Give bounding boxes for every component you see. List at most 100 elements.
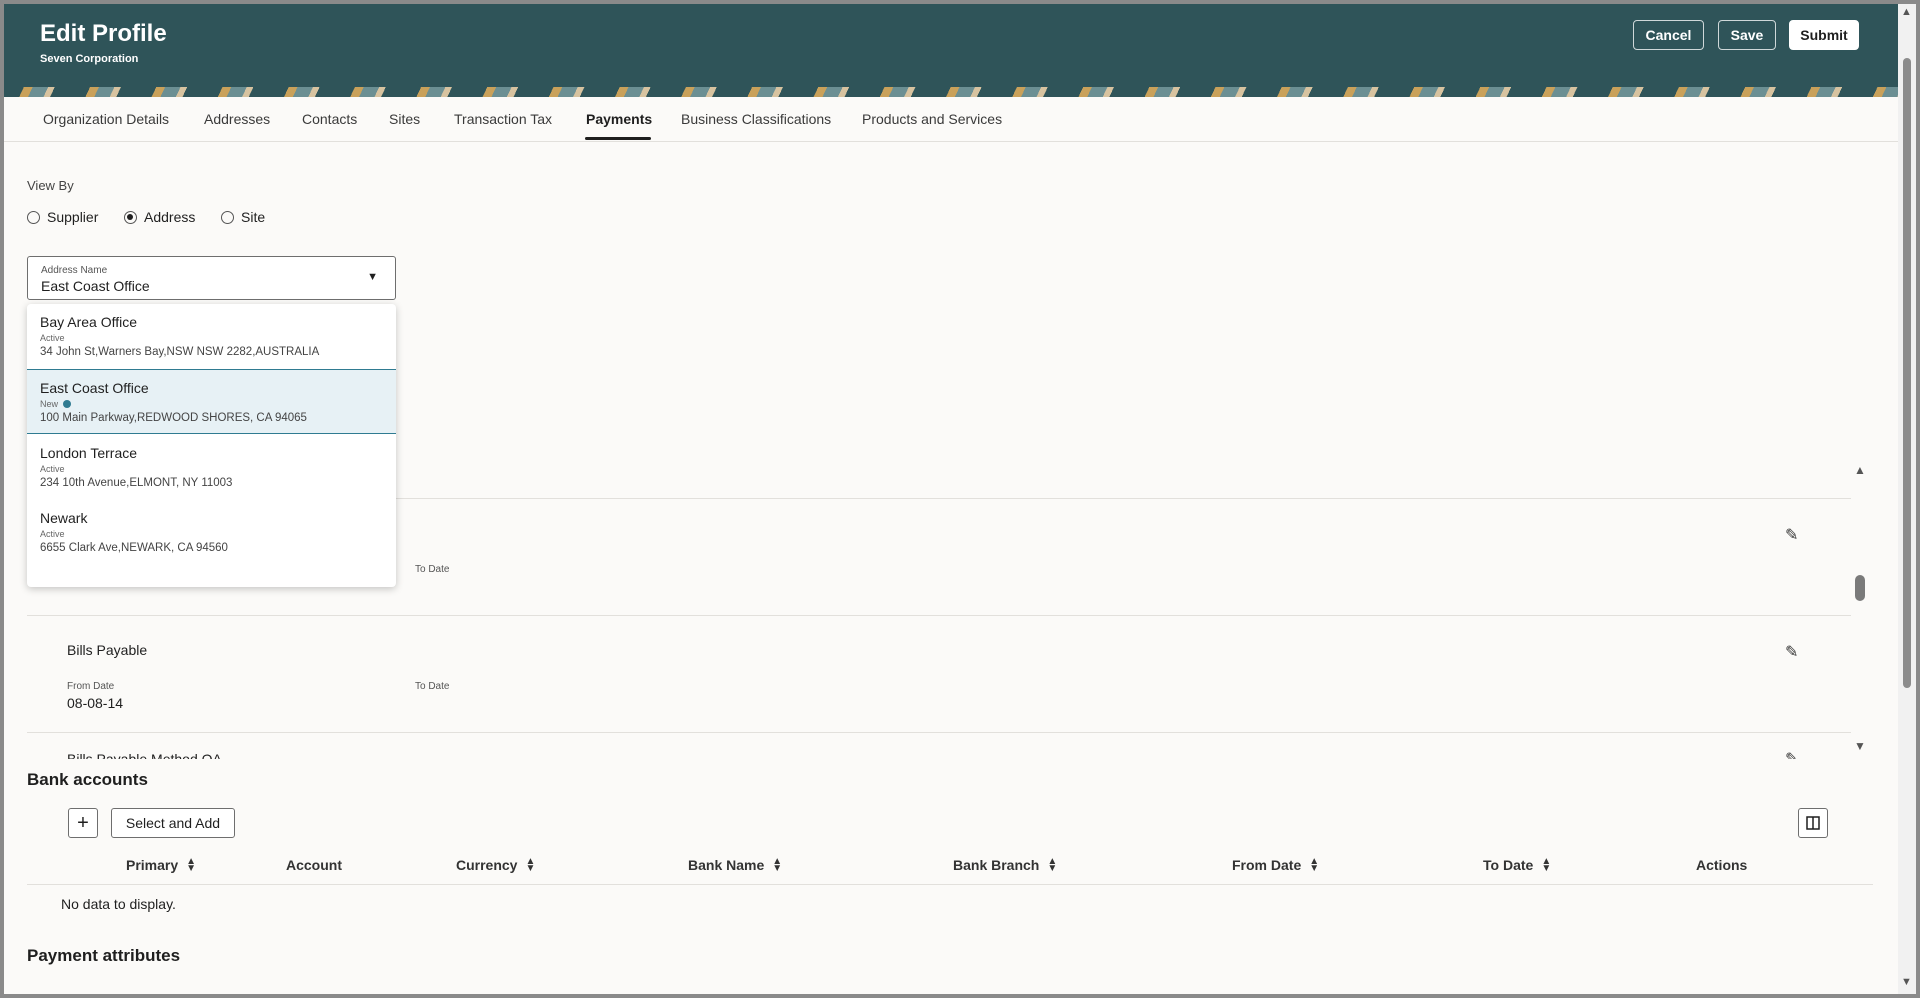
scroll-up-arrow[interactable]: ▲ <box>1901 6 1912 18</box>
header-banner-pattern <box>4 87 1898 97</box>
save-button[interactable]: Save <box>1718 20 1776 50</box>
option-status: Active <box>40 464 65 474</box>
column-label: Bank Name <box>688 857 765 873</box>
status-text: Active <box>40 333 65 343</box>
radio-circle[interactable] <box>27 210 40 224</box>
tab-addresses[interactable]: Addresses <box>204 111 270 127</box>
app-window: Edit Profile Seven Corporation Cancel Sa… <box>4 4 1902 994</box>
sort-icon[interactable]: ▲ ▼ <box>1047 857 1057 874</box>
pencil-icon[interactable]: ✎ <box>1785 525 1798 545</box>
submit-button[interactable]: Submit <box>1789 20 1859 50</box>
tab-organization-details[interactable]: Organization Details <box>43 111 169 127</box>
bank-accounts-heading: Bank accounts <box>27 770 148 789</box>
from-date-value: 08-08-14 <box>67 695 124 711</box>
tab-contacts[interactable]: Contacts <box>302 111 357 127</box>
option-address: 6655 Clark Ave,NEWARK, CA 94560 <box>40 542 228 554</box>
table-divider <box>27 884 1873 885</box>
option-status: Active <box>40 529 65 539</box>
from-date-label: From Date <box>67 681 115 692</box>
columns-icon[interactable] <box>1798 808 1828 838</box>
column-header-actions: Actions <box>1696 857 1747 873</box>
list-item: Bills Payable From Date 08-08-14 To Date… <box>27 615 1851 732</box>
radio-label: Address <box>144 209 196 225</box>
radio-label: Site <box>241 209 266 225</box>
option-name: East Coast Office <box>40 380 149 396</box>
status-text: Active <box>40 529 65 539</box>
sort-icon[interactable]: ▲ ▼ <box>525 857 535 874</box>
page-subtitle: Seven Corporation <box>40 53 139 65</box>
active-tab-indicator <box>585 137 651 140</box>
list-item: Bills Payable Method OA ✎ <box>27 732 1851 759</box>
tab-sites[interactable]: Sites <box>389 111 420 127</box>
option-status: Active <box>40 333 65 343</box>
to-date-label: To Date <box>415 681 450 692</box>
column-label: From Date <box>1232 857 1302 873</box>
sort-icon[interactable]: ▲ ▼ <box>772 857 782 874</box>
tab-bar: Organization Details Addresses Contacts … <box>4 97 1898 142</box>
radio-supplier[interactable]: Supplier <box>27 209 98 225</box>
chevron-down-icon[interactable]: ▼ <box>367 271 378 283</box>
scroll-down-arrow[interactable]: ▼ <box>1854 739 1866 753</box>
column-label: Bank Branch <box>953 857 1040 873</box>
column-header-account: Account <box>286 857 342 873</box>
dropdown-option-selected[interactable]: East Coast Office New 100 Main Parkway,R… <box>27 369 396 434</box>
sort-icon[interactable]: ▲ ▼ <box>1541 857 1551 874</box>
option-address: 234 10th Avenue,ELMONT, NY 11003 <box>40 477 233 489</box>
tab-products-and-services[interactable]: Products and Services <box>862 111 1002 127</box>
option-name: London Terrace <box>40 445 138 461</box>
window-scrollbar-thumb[interactable] <box>1903 58 1911 688</box>
column-label: Actions <box>1696 857 1748 873</box>
method-name: Bills Payable Method OA <box>67 751 222 759</box>
select-and-add-button[interactable]: Select and Add <box>111 808 235 838</box>
column-header-to-date[interactable]: To Date ▲ ▼ <box>1483 857 1551 874</box>
payment-attributes-heading: Payment attributes <box>27 946 181 965</box>
column-header-currency[interactable]: Currency ▲ ▼ <box>456 857 535 874</box>
tab-business-classifications[interactable]: Business Classifications <box>681 111 831 127</box>
dropdown-option[interactable]: Newark Active 6655 Clark Ave,NEWARK, CA … <box>27 500 396 565</box>
address-name-select[interactable]: Address Name East Coast Office ▼ <box>27 256 396 300</box>
radio-site[interactable]: Site <box>221 209 265 225</box>
column-label: Primary <box>126 857 179 873</box>
select-value: East Coast Office <box>41 278 150 294</box>
view-by-label: View By <box>27 178 74 193</box>
column-header-bank-name[interactable]: Bank Name ▲ ▼ <box>688 857 782 874</box>
address-dropdown-list: Bay Area Office Active 34 John St,Warner… <box>27 304 396 587</box>
option-address: 34 John St,Warners Bay,NSW NSW 2282,AUST… <box>40 346 320 358</box>
option-name: Bay Area Office <box>40 314 138 330</box>
option-name: Newark <box>40 510 88 526</box>
empty-table-message: No data to display. <box>61 896 176 912</box>
radio-address[interactable]: Address <box>124 209 195 225</box>
column-header-from-date[interactable]: From Date ▲ ▼ <box>1232 857 1319 874</box>
column-header-primary[interactable]: Primary ▲ ▼ <box>126 857 196 874</box>
column-header-bank-branch[interactable]: Bank Branch ▲ ▼ <box>953 857 1057 874</box>
sort-icon[interactable]: ▲ ▼ <box>186 857 196 874</box>
column-label: Account <box>286 857 342 873</box>
dropdown-option[interactable]: Bay Area Office Active 34 John St,Warner… <box>27 304 396 369</box>
page-header: Edit Profile Seven Corporation Cancel Sa… <box>4 4 1898 87</box>
column-label: Currency <box>456 857 518 873</box>
cancel-button[interactable]: Cancel <box>1633 20 1704 50</box>
method-name: Bills Payable <box>67 642 148 658</box>
pencil-icon[interactable]: ✎ <box>1785 642 1798 662</box>
status-text: Active <box>40 464 65 474</box>
dropdown-option[interactable]: London Terrace Active 234 10th Avenue,EL… <box>27 435 396 500</box>
page-title: Edit Profile <box>40 20 167 47</box>
info-icon <box>63 400 72 408</box>
scroll-down-arrow[interactable]: ▼ <box>1901 976 1912 988</box>
option-status: New <box>40 399 72 409</box>
list-scrollbar-thumb[interactable] <box>1855 575 1865 601</box>
to-date-label: To Date <box>415 564 450 575</box>
select-label: Address Name <box>41 265 108 276</box>
status-text: New <box>40 399 59 409</box>
tab-payments[interactable]: Payments <box>586 111 652 127</box>
sort-icon[interactable]: ▲ ▼ <box>1309 857 1319 874</box>
plus-icon[interactable]: + <box>68 808 98 838</box>
scroll-up-arrow[interactable]: ▲ <box>1854 463 1866 477</box>
option-address: 100 Main Parkway,REDWOOD SHORES, CA 9406… <box>40 412 307 424</box>
radio-circle[interactable] <box>124 210 137 224</box>
radio-label: Supplier <box>47 209 99 225</box>
tab-transaction-tax[interactable]: Transaction Tax <box>454 111 552 127</box>
pencil-icon[interactable]: ✎ <box>1785 749 1798 759</box>
column-label: To Date <box>1483 857 1534 873</box>
radio-circle[interactable] <box>221 210 234 224</box>
